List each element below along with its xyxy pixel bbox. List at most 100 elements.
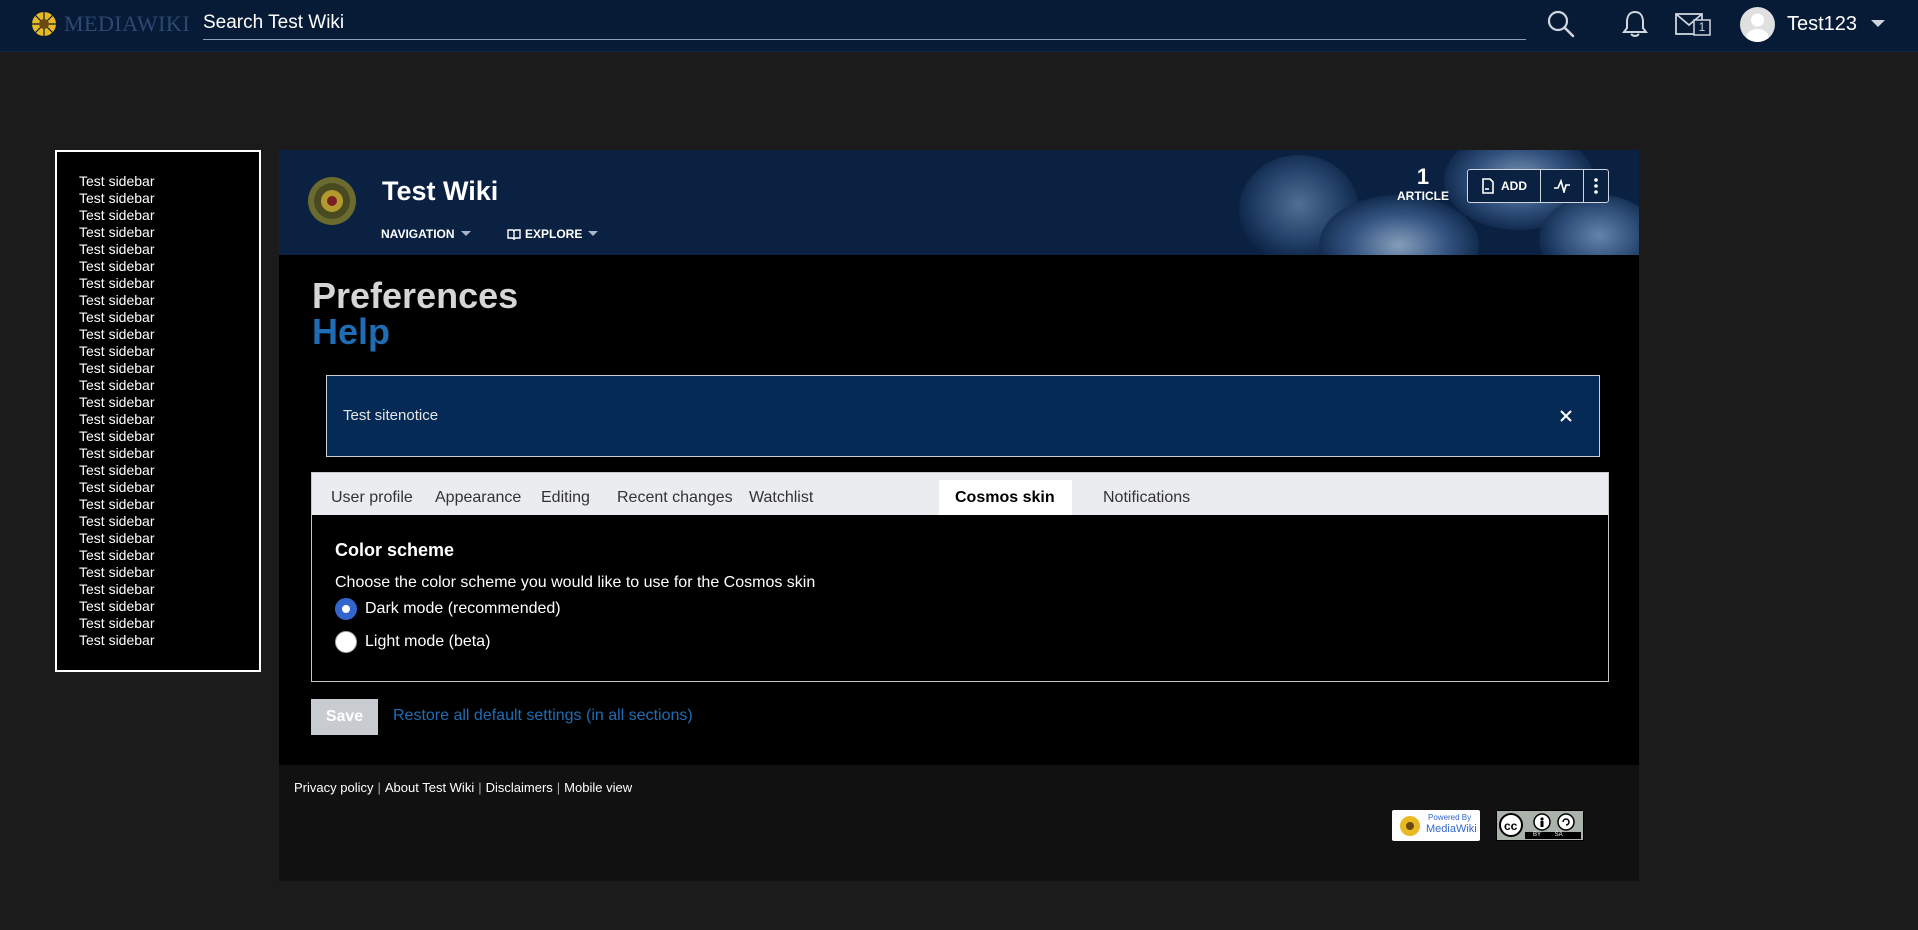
powered-by-text: Powered By: [1428, 813, 1472, 822]
sidebar-list: Test sidebar Test sidebar Test sidebar Test…: [57, 152, 259, 649]
logo-wordmark: MEDIAWIKI: [64, 11, 191, 36]
sidebar-item[interactable]: Test sidebar: [79, 530, 259, 547]
sunflower-icon: [1400, 816, 1420, 836]
sidebar-item[interactable]: Test sidebar: [79, 496, 259, 513]
chevron-down-icon: [1871, 20, 1886, 27]
navigation-menu[interactable]: NAVIGATION: [381, 227, 471, 241]
chevron-down-icon: [460, 231, 471, 236]
bell-icon[interactable]: [1621, 9, 1649, 39]
tab-user-profile[interactable]: User profile: [315, 480, 429, 515]
sidebar-item[interactable]: Test sidebar: [79, 326, 259, 343]
restore-defaults-link[interactable]: Restore all default settings (in all sec…: [393, 707, 693, 725]
sidebar-item[interactable]: Test sidebar: [79, 258, 259, 275]
sidebar-item[interactable]: Test sidebar: [79, 564, 259, 581]
footer-link-mobile-view[interactable]: Mobile view: [564, 780, 632, 795]
help-link[interactable]: Help: [312, 312, 390, 352]
tab-notifications[interactable]: Notifications: [1087, 480, 1206, 515]
new-page-icon: [1482, 178, 1494, 194]
sidebar-item[interactable]: Test sidebar: [79, 445, 259, 462]
footer: Privacy policy | About Test Wiki | Disclaime…: [279, 765, 1639, 881]
sidebar-item[interactable]: Test sidebar: [79, 479, 259, 496]
sidebar-item[interactable]: Test sidebar: [79, 581, 259, 598]
sidebar-item[interactable]: Test sidebar: [79, 343, 259, 360]
sidebar-item[interactable]: Test sidebar: [79, 190, 259, 207]
chevron-down-icon: [588, 231, 599, 236]
more-vertical-icon: [1594, 178, 1598, 194]
sitenotice: Test sitenotice: [326, 375, 1600, 457]
sidebar-item[interactable]: Test sidebar: [79, 241, 259, 258]
divider: |: [377, 780, 381, 795]
footer-links: Privacy policy | About Test Wiki | Disclaime…: [294, 780, 632, 795]
sidebar-item[interactable]: Test sidebar: [79, 547, 259, 564]
sidebar-item[interactable]: Test sidebar: [79, 173, 259, 190]
sidebar-item[interactable]: Test sidebar: [79, 275, 259, 292]
page-actions: ADD: [1467, 169, 1609, 203]
license-text: BY SA: [1533, 832, 1563, 838]
wiki-logo[interactable]: [306, 175, 358, 227]
tab-recent-changes[interactable]: Recent changes: [601, 480, 749, 515]
sidebar-item[interactable]: Test sidebar: [79, 207, 259, 224]
tab-cosmos-skin[interactable]: Cosmos skin: [939, 480, 1072, 515]
powered-by-mediawiki-text: MediaWiki: [1426, 823, 1477, 835]
article-count-label: ARTICLE: [1397, 189, 1449, 203]
svg-text:cc: cc: [1504, 819, 1518, 833]
footer-link-about[interactable]: About Test Wiki: [385, 780, 474, 795]
divider: |: [556, 780, 561, 795]
search-input[interactable]: [203, 6, 1526, 39]
tab-editing[interactable]: Editing: [525, 480, 606, 515]
light-mode-label: Light mode (beta): [365, 633, 491, 650]
light-mode-radio[interactable]: [335, 631, 357, 653]
sidebar-item[interactable]: Test sidebar: [79, 394, 259, 411]
section-title: Color scheme: [335, 540, 455, 560]
divider: |: [478, 780, 482, 795]
footer-link-privacy[interactable]: Privacy policy: [294, 780, 373, 795]
recent-activity-button[interactable]: [1541, 170, 1583, 202]
add-button[interactable]: ADD: [1468, 170, 1540, 202]
explore-menu[interactable]: EXPLORE: [507, 227, 599, 241]
sidebar-item[interactable]: Test sidebar: [79, 615, 259, 632]
sidebar: Test sidebar Test sidebar Test sidebar Test…: [55, 150, 261, 672]
sidebar-item[interactable]: Test sidebar: [79, 377, 259, 394]
mediawiki-logo[interactable]: MEDIAWIKI: [30, 10, 190, 38]
user-icon: [1746, 13, 1769, 42]
save-button[interactable]: Save: [311, 699, 378, 735]
sidebar-item[interactable]: Test sidebar: [79, 292, 259, 309]
preferences-panel: User profile Appearance Editing Recent c…: [311, 472, 1609, 682]
sidebar-item[interactable]: Test sidebar: [79, 632, 259, 649]
notices-button[interactable]: 1: [1675, 11, 1711, 37]
close-icon: [1560, 410, 1572, 422]
sidebar-item[interactable]: Test sidebar: [79, 309, 259, 326]
article-count[interactable]: 1 ARTICLE: [1397, 166, 1449, 204]
dark-mode-radio[interactable]: [335, 598, 357, 620]
notices-count-badge: 1: [1698, 20, 1706, 34]
book-icon: [507, 228, 521, 240]
footer-link-disclaimers[interactable]: Disclaimers: [486, 780, 553, 795]
sidebar-item[interactable]: Test sidebar: [79, 513, 259, 530]
section-description: Choose the color scheme you would like t…: [335, 574, 816, 591]
add-label: ADD: [1501, 179, 1527, 193]
activity-icon: [1554, 179, 1570, 193]
sidebar-item[interactable]: Test sidebar: [79, 360, 259, 377]
more-actions-button[interactable]: [1584, 170, 1608, 202]
sidebar-item[interactable]: Test sidebar: [79, 428, 259, 445]
sidebar-item[interactable]: Test sidebar: [79, 224, 259, 241]
sitenotice-close-button[interactable]: [1550, 400, 1582, 432]
tab-appearance[interactable]: Appearance: [419, 480, 537, 515]
light-mode-option[interactable]: Light mode (beta): [335, 631, 490, 653]
page-title: Preferences: [312, 275, 519, 316]
tab-watchlist[interactable]: Watchlist: [733, 480, 829, 515]
search-icon[interactable]: [1546, 9, 1576, 39]
wiki-title[interactable]: Test Wiki: [382, 176, 498, 207]
top-bar: MEDIAWIKI 1 Test123: [0, 0, 1918, 52]
cc-by-sa-badge[interactable]: cc BY SA: [1496, 810, 1584, 841]
username: Test123: [1787, 12, 1858, 35]
sidebar-item[interactable]: Test sidebar: [79, 411, 259, 428]
sidebar-item[interactable]: Test sidebar: [79, 598, 259, 615]
powered-by-mediawiki-badge[interactable]: Powered By MediaWiki: [1392, 810, 1480, 841]
navigation-label: NAVIGATION: [381, 227, 455, 241]
avatar: [1740, 6, 1775, 42]
preferences-tabs: User profile Appearance Editing Recent c…: [312, 473, 1608, 515]
sidebar-item[interactable]: Test sidebar: [79, 462, 259, 479]
dark-mode-option[interactable]: Dark mode (recommended): [335, 598, 561, 620]
user-menu[interactable]: Test123: [1740, 6, 1886, 42]
